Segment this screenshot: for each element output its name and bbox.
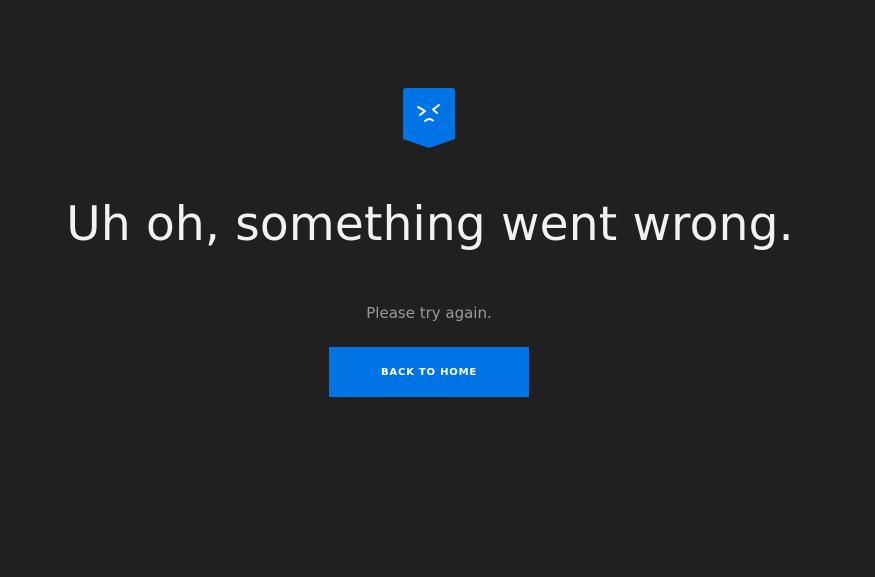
- error-headline: Uh oh, something went wrong.: [66, 197, 794, 252]
- sad-face-badge-icon: [403, 88, 455, 148]
- back-to-home-button[interactable]: BACK TO HOME: [329, 347, 529, 397]
- error-subtext: Please try again.: [366, 304, 492, 322]
